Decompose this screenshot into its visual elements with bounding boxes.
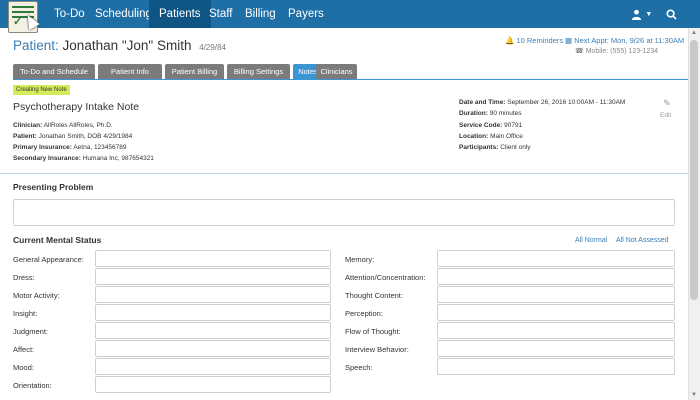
perception-input[interactable] [437,304,675,321]
general-appearance-label: General Appearance: [13,255,84,264]
presenting-problem-title: Presenting Problem [13,182,94,192]
judgment-label: Judgment: [13,327,49,336]
info-label: Duration: [459,110,488,117]
patient-dob: 4/29/84 [199,43,226,52]
logo-check-icon: ✓ [13,16,23,28]
mental-status-title: Current Mental Status [13,235,102,245]
secondary-insurance-info: Secondary Insurance: Humana Inc, 9876543… [13,155,154,162]
info-value: 90791 [504,122,523,129]
dress-label: Dress: [13,273,35,282]
judgment-input[interactable] [95,322,331,339]
tab-todo-and-schedule[interactable]: To-Do and Schedule [13,64,95,79]
info-label: Date and Time: [459,99,506,106]
user-menu-button[interactable]: ▼ [631,0,652,28]
nav-payers[interactable]: Payers [278,0,334,28]
info-label: Participants: [459,144,499,151]
interview-behavior-input[interactable] [437,340,675,357]
thought-content-input[interactable] [437,286,675,303]
search-button[interactable] [666,0,677,28]
reminders-label: 10 Reminders [516,36,564,45]
calendar-icon: ▦ [565,36,573,45]
next-appointment-label: Next Appt: Mon, 9/26 at 11:30AM [574,36,685,45]
tab-clinicians[interactable]: Clinicians [316,64,357,79]
patient-label: Patient: [13,38,59,53]
presenting-problem-input[interactable] [13,199,675,226]
thought-content-label: Thought Content: [345,291,403,300]
mood-label: Mood: [13,363,34,372]
patient-mobile: ☎ Mobile: (555) 123-1234 [575,47,658,55]
user-icon [631,10,642,21]
mobile-label: Mobile: (555) 123-1234 [585,48,659,55]
motor-activity-label: Motor Activity: [13,291,60,300]
info-label: Patient: [13,133,37,140]
phone-icon: ☎ [575,48,584,55]
logo-line [12,6,34,8]
primary-insurance-info: Primary Insurance: Aetna, 123456789 [13,144,126,151]
info-value: September 26, 2016 10:00AM - 11:30AM [507,99,626,106]
tab-patient-info[interactable]: Patient Info [98,64,162,79]
info-value: Humana Inc, 987654321 [82,155,154,162]
page-title: Patient: Jonathan "Jon" Smith 4/29/84 [13,38,226,53]
tab-billing-settings[interactable]: Billing Settings [227,64,290,79]
perception-label: Perception: [345,309,383,318]
info-label: Service Code: [459,122,503,129]
next-appointment-link[interactable]: ▦ Next Appt: Mon, 9/26 at 11:30AM [565,36,684,45]
attention-concentration-input[interactable] [437,268,675,285]
orientation-label: Orientation: [13,381,52,390]
insight-input[interactable] [95,304,331,321]
interview-behavior-label: Interview Behavior: [345,345,409,354]
location-info: Location: Main Office [459,133,523,140]
bell-icon: 🔔 [505,36,515,45]
search-icon [666,9,677,20]
chevron-down-icon: ▼ [645,10,653,18]
tab-divider [13,79,688,80]
info-value: 90 minutes [489,110,522,117]
memory-label: Memory: [345,255,375,264]
orientation-input[interactable] [95,376,331,393]
info-label: Clinician: [13,122,43,129]
info-value: Aetna, 123456789 [73,144,127,151]
attention-concentration-label: Attention/Concentration: [345,273,426,282]
all-not-assessed-link[interactable]: All Not Assessed [616,237,669,244]
insight-label: Insight: [13,309,38,318]
all-normal-link[interactable]: All Normal [575,237,607,244]
info-label: Secondary Insurance: [13,155,81,162]
general-appearance-input[interactable] [95,250,331,267]
flow-of-thought-label: Flow of Thought: [345,327,401,336]
participants-info: Participants: Client only [459,144,531,151]
clinician-info: Clinician: AllRoles AllRoles, Ph.D. [13,122,113,129]
info-value: AllRoles AllRoles, Ph.D. [43,122,113,129]
patient-info: Patient: Jonathan Smith, DOB 4/29/1984 [13,133,132,140]
tab-patient-billing[interactable]: Patient Billing [165,64,224,79]
dress-input[interactable] [95,268,331,285]
service-code-info: Service Code: 90791 [459,122,522,129]
scroll-down-icon[interactable]: ▼ [691,392,697,398]
edit-button[interactable]: Edit [660,112,671,119]
info-value: Client only [500,144,531,151]
duration-info: Duration: 90 minutes [459,110,522,117]
memory-input[interactable] [437,250,675,267]
patient-name: Jonathan "Jon" Smith [62,38,192,53]
date-time-info: Date and Time: September 26, 2016 10:00A… [459,99,625,106]
speech-input[interactable] [437,358,675,375]
top-nav-bar: ✓ To-Do Scheduling Patients Staff Billin… [0,0,700,33]
info-label: Primary Insurance: [13,144,72,151]
section-divider [0,173,688,174]
speech-label: Speech: [345,363,373,372]
flow-of-thought-input[interactable] [437,322,675,339]
mood-input[interactable] [95,358,331,375]
info-value: Main Office [490,133,523,140]
info-label: Location: [459,133,489,140]
status-badge: Creating New Note [13,85,70,95]
affect-input[interactable] [95,340,331,357]
affect-label: Affect: [13,345,35,354]
scrollbar-thumb[interactable] [690,40,698,300]
info-value: Jonathan Smith, DOB 4/29/1984 [38,133,133,140]
scroll-up-icon[interactable]: ▲ [691,30,697,36]
note-title: Psychotherapy Intake Note [13,101,140,113]
reminders-link[interactable]: 🔔 10 Reminders [505,36,563,45]
pencil-icon[interactable]: ✎ [662,98,672,108]
motor-activity-input[interactable] [95,286,331,303]
